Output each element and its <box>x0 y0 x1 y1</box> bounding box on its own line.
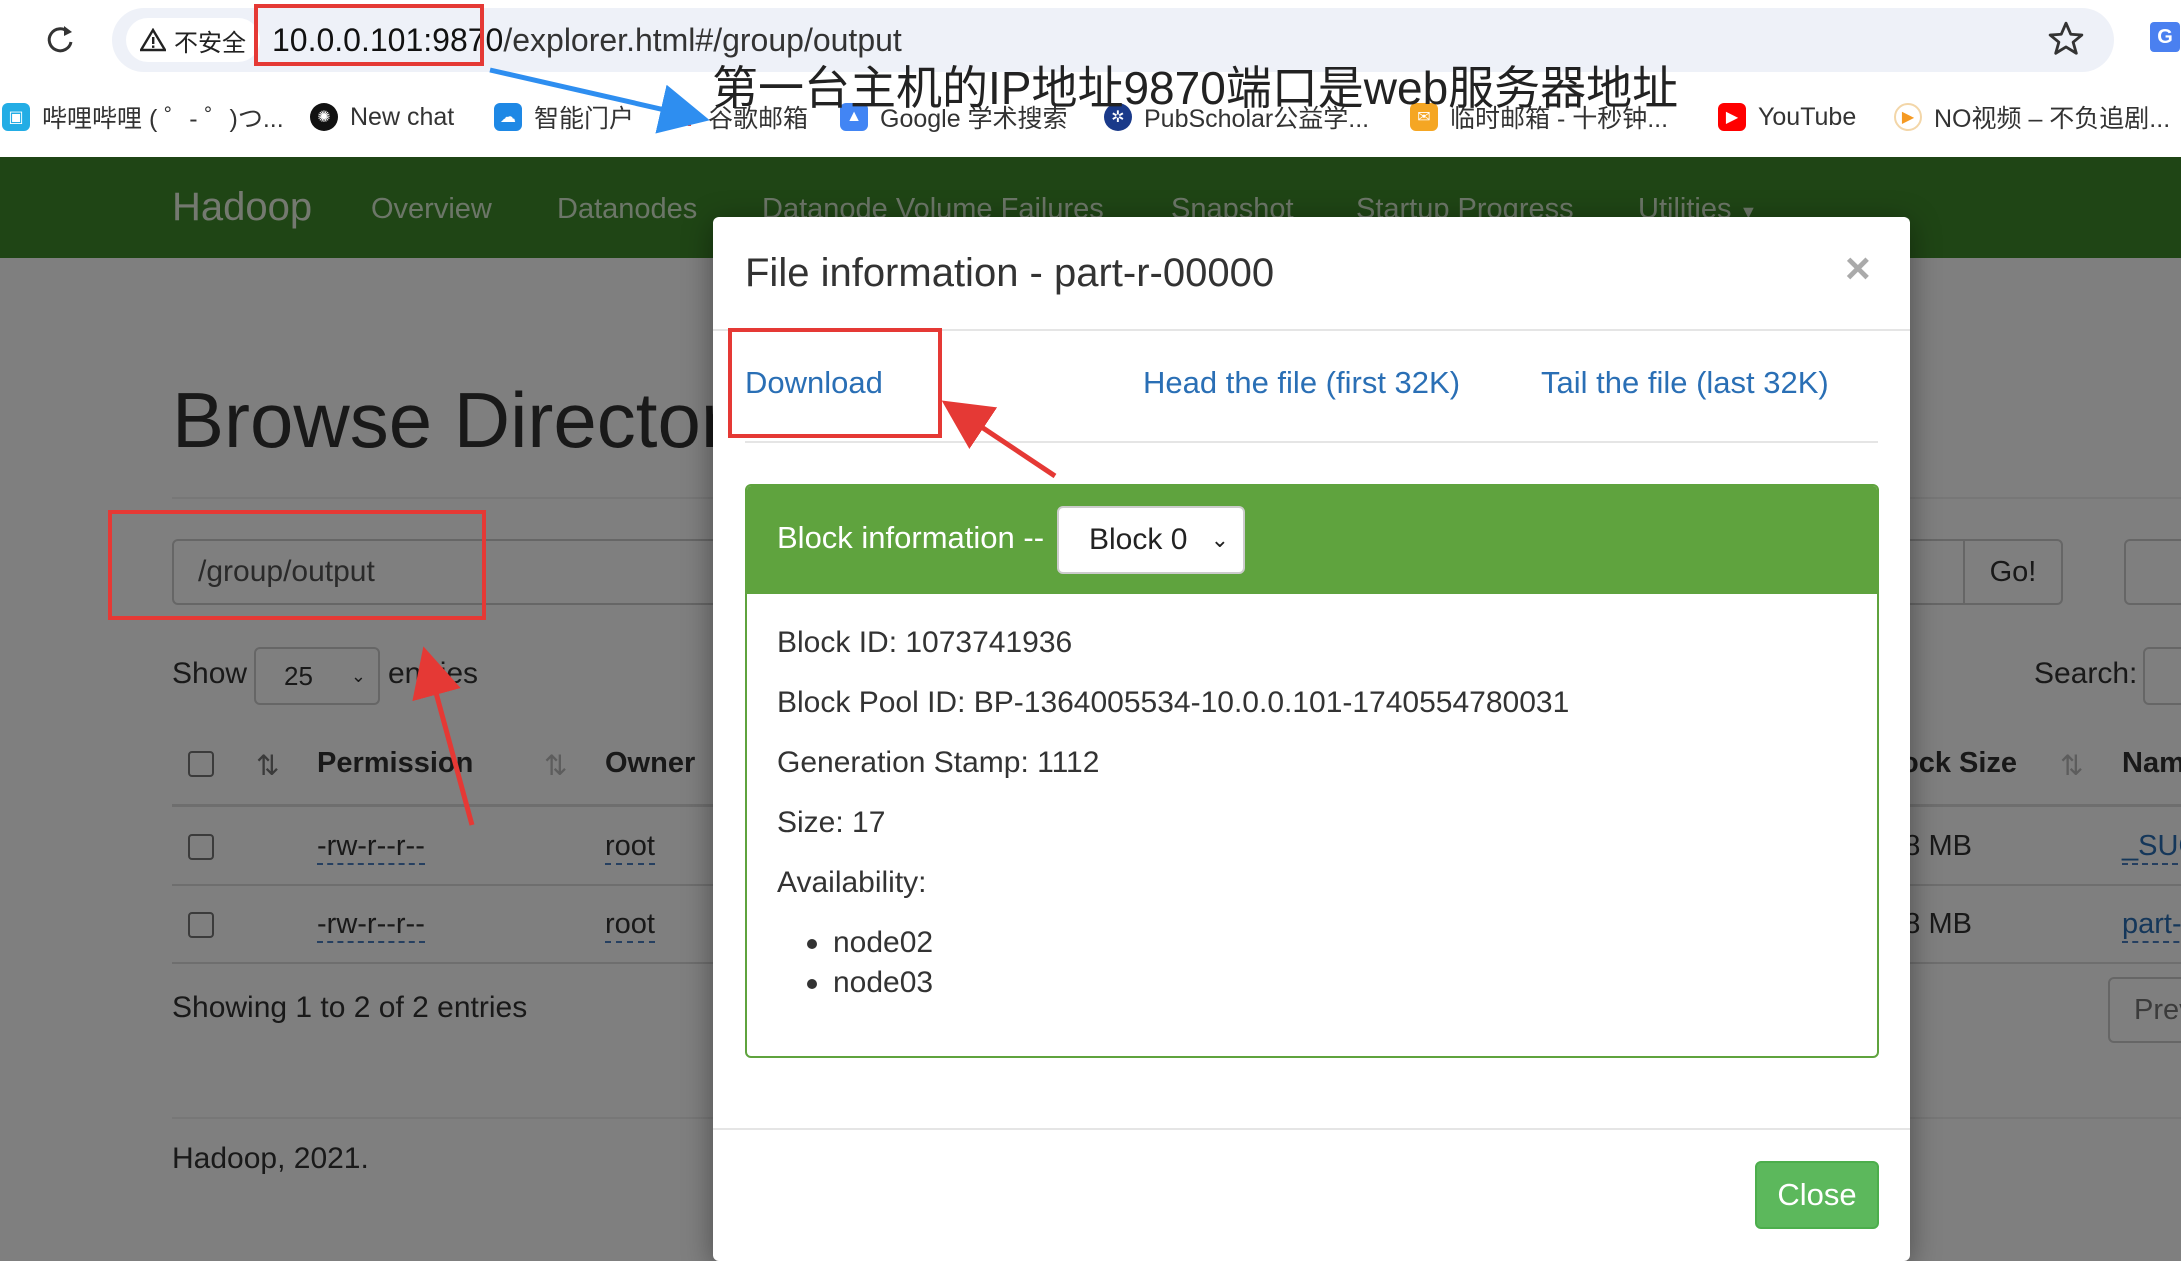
openai-icon: ✺ <box>310 103 338 131</box>
gmail-icon: M <box>668 102 696 132</box>
play-icon: ▶ <box>1894 103 1922 131</box>
bookmark-youtube[interactable]: ▶ YouTube <box>1718 95 1856 139</box>
block-id: Block ID: 1073741936 <box>777 626 1073 659</box>
insecure-chip[interactable]: 不安全 <box>126 18 260 62</box>
annotation-box-download <box>728 328 942 438</box>
generation-stamp: Generation Stamp: 1112 <box>777 746 1100 779</box>
warning-icon <box>140 28 166 52</box>
block-info-panel: Block information -- Block 0 ⌄ Block ID:… <box>745 484 1879 1058</box>
list-item: node02 <box>806 926 934 959</box>
block-select[interactable]: Block 0 ⌄ <box>1057 506 1245 574</box>
block-info-label: Block information -- <box>777 520 1045 555</box>
availability-label: Availability: <box>777 866 927 899</box>
translate-icon[interactable]: G <box>2150 22 2180 52</box>
list-item: node03 <box>806 966 934 999</box>
divider <box>713 1128 1910 1130</box>
block-size: Size: 17 <box>777 806 886 839</box>
chevron-down-icon: ⌄ <box>1210 527 1229 552</box>
block-info-header: Block information -- Block 0 ⌄ <box>747 486 1877 594</box>
youtube-icon: ▶ <box>1718 103 1746 131</box>
divider <box>745 441 1878 443</box>
bookmark-star-icon[interactable] <box>2047 20 2085 63</box>
close-button[interactable]: Close <box>1755 1161 1879 1229</box>
close-icon[interactable]: × <box>1845 247 1871 291</box>
modal-title: File information - part-r-00000 <box>745 251 1275 295</box>
bookmark-new-chat[interactable]: ✺ New chat <box>310 95 454 139</box>
bilibili-icon: ▣ <box>2 103 30 131</box>
head-file-link[interactable]: Head the file (first 32K) <box>1143 365 1460 401</box>
block-pool-id: Block Pool ID: BP-1364005534-10.0.0.101-… <box>777 686 1570 719</box>
bookmark-no-video[interactable]: ▶ NO视频 – 不负追剧... <box>1894 95 2170 139</box>
annotation-box-path <box>108 510 486 620</box>
annotation-text: 第一台主机的IP地址9870端口是web服务器地址 <box>712 62 1679 114</box>
bookmark-portal[interactable]: ☁ 智能门户 <box>494 95 634 139</box>
tail-file-link[interactable]: Tail the file (last 32K) <box>1541 365 1829 401</box>
cloud-icon: ☁ <box>494 103 522 131</box>
bookmark-bilibili[interactable]: ▣ 哔哩哔哩 ( ゜- ゜)つ... <box>2 95 284 139</box>
reload-icon[interactable] <box>40 20 80 60</box>
annotation-box-url <box>254 4 484 66</box>
insecure-label: 不安全 <box>174 29 246 57</box>
